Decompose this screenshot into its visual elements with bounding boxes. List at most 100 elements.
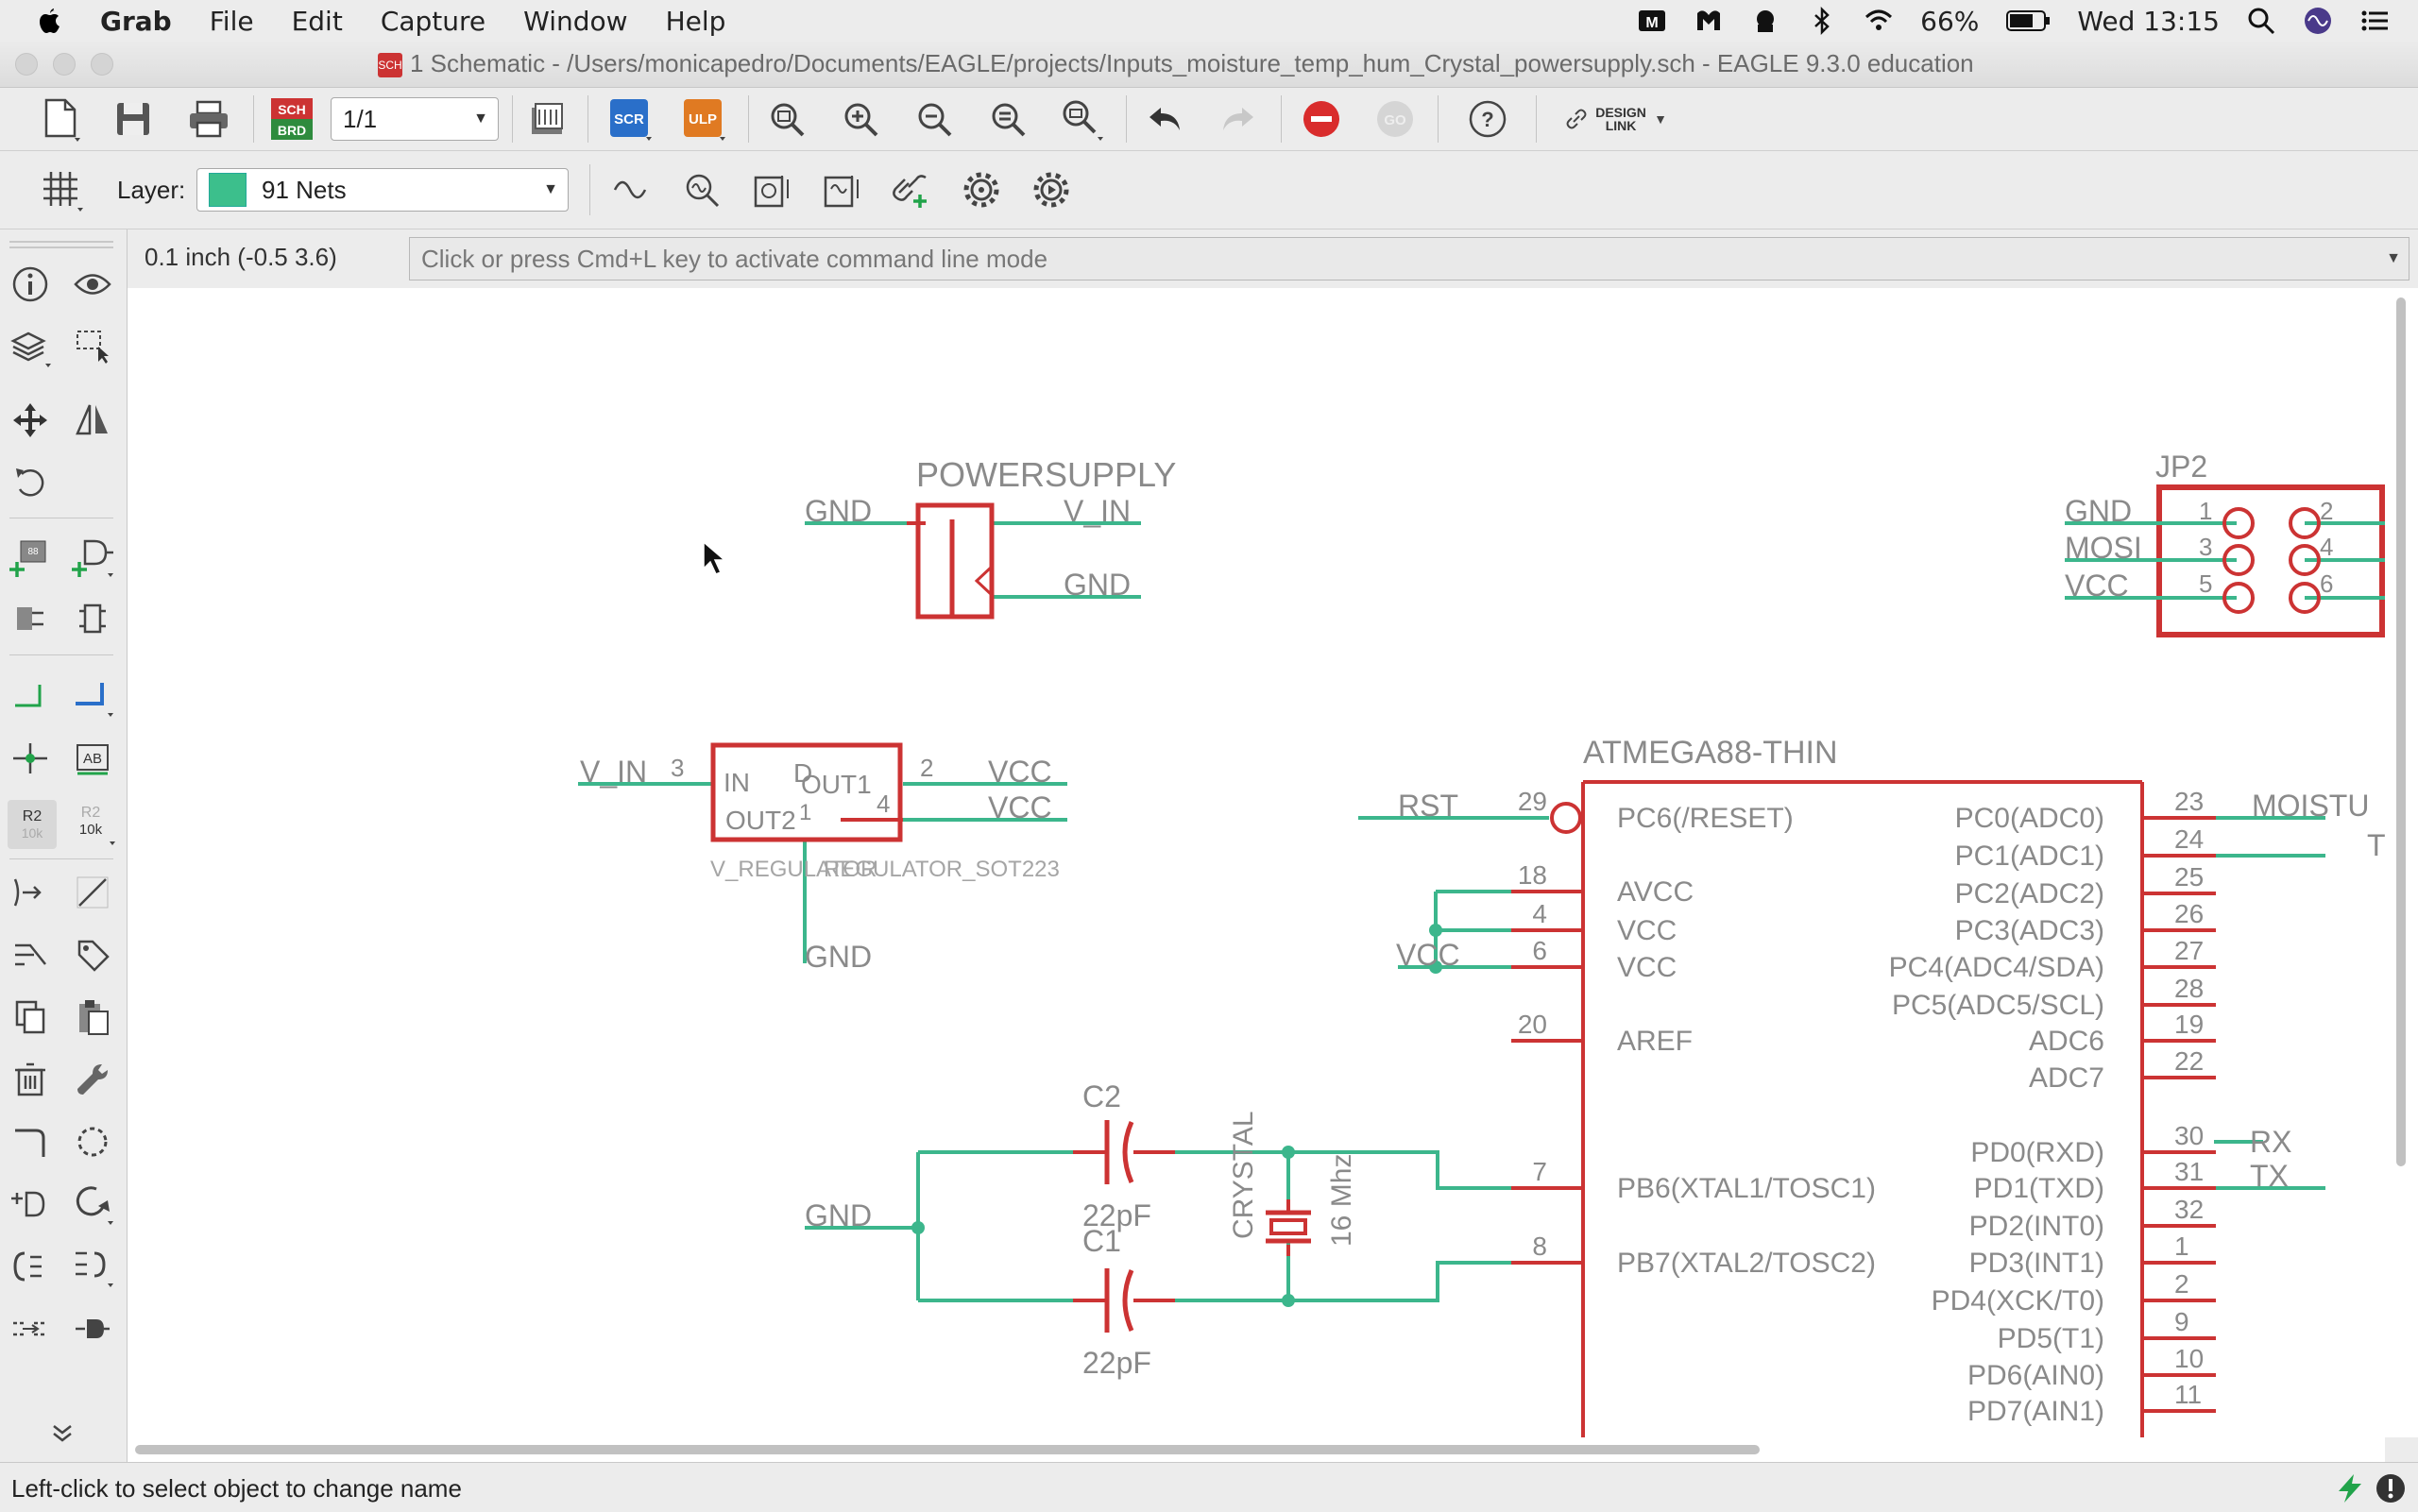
atmega-part[interactable]: ATMEGA88-THIN RST VCC MOISTU TEM RX TX 2… [1358,735,2385,1437]
line-icon [77,876,109,909]
zoom-select-button[interactable] [1058,95,1105,143]
open-file-button[interactable] [38,95,85,143]
spice-settings-button[interactable] [818,166,865,213]
chevron-down-icon[interactable]: ▼ [2386,238,2401,280]
name-tool[interactable]: R2 10k [8,800,57,849]
move-tool[interactable] [8,398,53,443]
schematic-drawing[interactable]: POWERSUPPLY GND V_IN GND JP2 GND MOSI VC… [128,288,2385,1437]
zoom-redraw-button[interactable] [984,95,1031,143]
horizontal-scroll-thumb[interactable] [135,1445,1760,1454]
mirror-tool[interactable] [70,398,115,443]
horizontal-scrollbar[interactable] [128,1437,2385,1462]
crystal-circuit[interactable]: GND C2 22pF C1 22pF CRYSTAL 16 Mhz [805,1079,1583,1380]
mcu-pin-number: 7 [1532,1157,1547,1186]
delete-tool[interactable] [8,1057,53,1102]
value-tool[interactable]: R2 10k [70,800,115,845]
add-part-tool[interactable]: 88 [8,534,53,579]
menu-app-grab[interactable]: Grab [100,6,172,37]
layer-select[interactable]: 91 Nets ▼ [196,168,569,212]
save-button[interactable] [110,95,157,143]
layer-visibility-tool[interactable] [8,324,53,369]
simulation-settings-button[interactable] [958,166,1005,213]
miter-tool[interactable] [8,1119,53,1164]
label-tool[interactable]: AB [70,736,115,781]
menu-edit[interactable]: Edit [292,6,343,37]
package-tool[interactable] [70,596,115,641]
vertical-scroll-thumb[interactable] [2396,297,2406,1166]
draw-line-tool[interactable] [70,870,115,915]
help-button[interactable]: ? [1464,95,1511,143]
group-select-tool[interactable] [70,324,115,369]
ripup-tool[interactable] [8,1306,53,1351]
stop-button[interactable] [1298,95,1345,143]
zoom-window-button[interactable] [91,53,113,76]
zoom-out-button[interactable] [911,95,958,143]
menu-window[interactable]: Window [523,6,627,37]
info-tool[interactable] [8,262,53,307]
print-button[interactable] [185,95,232,143]
connect-tool[interactable] [70,1306,115,1351]
vertical-scrollbar[interactable] [2385,288,2418,1437]
bus-tool[interactable] [70,673,115,719]
spice-model-button[interactable] [748,166,795,213]
apple-logo-icon[interactable] [34,5,66,37]
command-line-input[interactable]: Click or press Cmd+L key to activate com… [409,237,2409,280]
warning-icon[interactable] [2375,1472,2407,1504]
split-tool[interactable] [8,932,53,977]
redo-button[interactable] [1215,95,1262,143]
creative-cloud-icon[interactable] [1750,6,1780,36]
run-script-button[interactable]: SCR [606,95,654,143]
go-button[interactable]: GO [1371,95,1419,143]
menu-file[interactable]: File [210,6,254,37]
expand-toolbox-button[interactable] [40,1410,85,1455]
simulate-probe-button[interactable] [678,166,725,213]
run-simulation-button[interactable] [1028,166,1075,213]
menu-capture[interactable]: Capture [381,6,485,37]
zoom-fit-button[interactable] [763,95,810,143]
minimize-window-button[interactable] [53,53,76,76]
paste-tool[interactable] [70,994,115,1040]
pin-swap-tool[interactable] [70,1244,115,1289]
spotlight-search-icon[interactable] [2246,6,2276,36]
undo-button[interactable] [1141,95,1188,143]
attribute-tool[interactable] [70,932,115,977]
menu-help[interactable]: Help [666,6,726,37]
optimize-tool[interactable] [70,1119,115,1164]
status-menu-icon[interactable]: M [1637,6,1667,36]
junction-tool[interactable] [8,736,53,781]
bluetooth-icon[interactable] [1807,6,1837,36]
sine-wave-button[interactable] [608,166,656,213]
lightning-icon[interactable] [2331,1472,2369,1504]
powersupply-part[interactable]: POWERSUPPLY GND V_IN GND [805,455,1176,620]
name-swap-tool[interactable] [8,1244,53,1289]
grid-button[interactable] [36,164,87,215]
voltage-regulator-part[interactable]: V_IN 3 IN D OUT1 OUT2 1 2 4 VCC VCC V_RE… [578,742,1067,974]
design-link-button[interactable]: DESIGN LINK ▼ [1564,97,1668,141]
run-ulp-button[interactable]: ULP [680,95,727,143]
invoke-tool[interactable] [8,1181,53,1227]
malwarebytes-icon[interactable] [1694,6,1724,36]
wifi-icon[interactable] [1864,6,1894,36]
add-probe-button[interactable] [888,166,935,213]
menubar-clock[interactable]: Wed 13:15 [2077,6,2220,37]
zoom-in-button[interactable] [837,95,884,143]
sch-brd-switch-button[interactable]: SCH BRD [268,95,315,143]
sheets-button[interactable] [523,95,570,143]
battery-icon[interactable] [2005,8,2051,34]
replace-tool[interactable] [8,596,53,641]
add-gate-tool[interactable] [70,534,115,579]
smash-tool[interactable] [70,1181,115,1227]
gateswap-tool[interactable] [8,870,53,915]
rotate-tool[interactable] [8,460,53,505]
copy-tool[interactable] [8,994,53,1040]
close-window-button[interactable] [15,53,38,76]
net-tool[interactable] [8,673,53,719]
show-tool[interactable] [70,262,115,307]
siri-icon[interactable] [2303,6,2333,36]
mcu-pin-label: PD5(T1) [1998,1323,2104,1354]
jp2-header[interactable]: JP2 GND MOSI VCC 1 2 3 4 5 6 [2065,450,2385,637]
notification-center-icon[interactable] [2359,6,2390,36]
change-tool[interactable] [70,1057,115,1102]
schematic-canvas[interactable]: POWERSUPPLY GND V_IN GND JP2 GND MOSI VC… [128,288,2385,1437]
sheet-select[interactable]: 1/1 ▼ [331,97,499,141]
